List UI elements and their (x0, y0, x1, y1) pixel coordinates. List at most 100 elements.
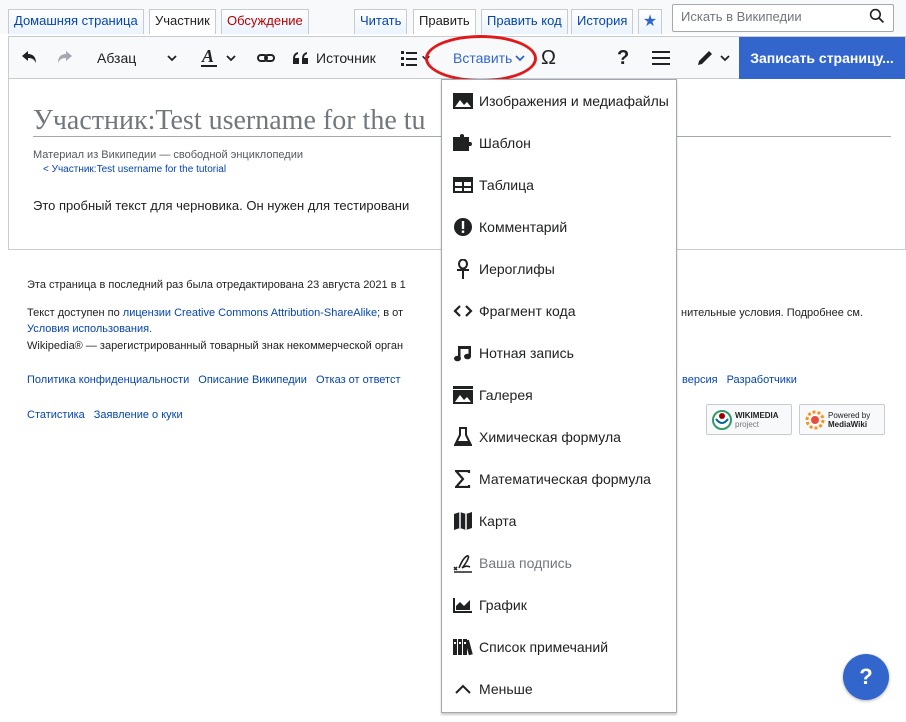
cookie-statement-link[interactable]: Заявление о куки (94, 409, 183, 421)
tab-read[interactable]: Читать (354, 9, 408, 34)
tabs-bar: Домашняя страница Участник Обсуждение Чи… (0, 0, 906, 34)
bullet-list-icon (401, 51, 417, 66)
help-button[interactable]: ? (843, 654, 889, 700)
edit-mode-dropdown[interactable] (695, 37, 731, 79)
page-title: Участник:Test username for the tu (33, 105, 426, 136)
text-style-icon: A (201, 47, 217, 67)
license-suffix: ; в от (377, 307, 404, 319)
tab-edit[interactable]: Править (413, 9, 476, 34)
table-icon (453, 175, 473, 195)
editor-toolbar: Абзац A Источник Вставить Ω ? Записать с… (8, 36, 906, 79)
subpage-breadcrumb[interactable]: < Участник:Test username for the tutoria… (43, 164, 226, 175)
redo-icon[interactable] (55, 37, 75, 79)
mediawiki-text: MediaWiki (828, 419, 868, 429)
footer-links-right: версия Разработчики (682, 374, 806, 386)
terms-link[interactable]: Условия использования. (27, 323, 152, 335)
image-icon (453, 91, 473, 111)
menu-item-template[interactable]: Шаблон (442, 122, 676, 164)
chevron-down-icon (167, 55, 177, 62)
menu-item-label: Нотная запись (479, 345, 574, 361)
license-prefix: Текст доступен по (27, 307, 123, 319)
gallery-icon (453, 385, 473, 405)
menu-item-music[interactable]: Нотная запись (442, 332, 676, 374)
chart-icon (453, 595, 473, 615)
menu-item-label: Фрагмент кода (479, 303, 576, 319)
statistics-link[interactable]: Статистика (27, 409, 85, 421)
footer-links: Политика конфиденциальности Описание Вики… (27, 374, 410, 386)
footer-license: Текст доступен по лицензии Creative Comm… (27, 307, 403, 319)
wikimedia-badge-text: WIKIMEDIA (735, 410, 779, 420)
watch-star-icon[interactable]: ★ (638, 9, 662, 34)
article-body-text[interactable]: Это пробный текст для черновика. Он нуже… (33, 198, 409, 213)
code-icon (453, 301, 473, 321)
wikimedia-badge-sub: project (735, 419, 760, 429)
special-character-icon[interactable]: Ω (541, 37, 556, 79)
disclaimer-link[interactable]: Отказ от ответст (316, 374, 401, 386)
menu-item-label: График (479, 597, 527, 613)
developers-link[interactable]: Разработчики (727, 374, 797, 386)
tab-home[interactable]: Домашняя страница (8, 9, 144, 34)
tab-user[interactable]: Участник (149, 9, 216, 34)
tab-history[interactable]: История (571, 9, 634, 34)
paragraph-format-dropdown[interactable]: Абзац (97, 37, 178, 79)
undo-icon[interactable] (19, 37, 39, 79)
references-icon (453, 637, 473, 657)
search-input[interactable]: Искать в Википедии (672, 4, 894, 32)
cite-button[interactable]: Источник (292, 37, 376, 79)
menu-item-label: Карта (479, 513, 517, 529)
menu-item-code[interactable]: Фрагмент кода (442, 290, 676, 332)
alert-icon (453, 217, 473, 237)
mobile-view-link[interactable]: версия (682, 374, 718, 386)
chevron-down-icon (226, 55, 236, 62)
license-link[interactable]: лицензии Creative Commons Attribution-Sh… (123, 307, 377, 319)
cite-label: Источник (316, 50, 376, 66)
pencil-icon (698, 51, 712, 65)
tab-edit-source[interactable]: Править код (481, 9, 568, 34)
privacy-link[interactable]: Политика конфиденциальности (27, 374, 189, 386)
menu-item-references[interactable]: Список примечаний (442, 626, 676, 668)
chevron-down-icon (422, 55, 430, 61)
menu-item-label: Галерея (479, 387, 533, 403)
footer-trademark: Wikipedia® — зарегистрированный товарный… (27, 340, 404, 352)
insert-dropdown[interactable]: Вставить (453, 37, 526, 79)
chevron-down-icon (515, 55, 525, 62)
puzzle-icon (453, 133, 473, 153)
menu-item-signature: Ваша подпись (442, 542, 676, 584)
menu-item-label: Комментарий (479, 219, 568, 235)
search-icon[interactable] (869, 8, 885, 24)
menu-item-table[interactable]: Таблица (442, 164, 676, 206)
list-dropdown[interactable] (399, 37, 431, 79)
map-icon (453, 511, 473, 531)
menu-item-chemistry[interactable]: Химическая формула (442, 416, 676, 458)
powered-by-mediawiki-badge[interactable]: Powered by MediaWiki (799, 404, 885, 435)
paragraph-label: Абзац (97, 50, 137, 66)
menu-item-label: Список примечаний (479, 639, 609, 655)
text-style-dropdown[interactable]: A (199, 37, 237, 79)
menu-item-media[interactable]: Изображения и медиафайлы (442, 80, 676, 122)
chevron-down-icon (720, 55, 730, 62)
insert-menu: Изображения и медиафайлы Шаблон Таблица … (441, 79, 677, 713)
menu-item-comment[interactable]: Комментарий (442, 206, 676, 248)
tab-talk[interactable]: Обсуждение (221, 9, 309, 34)
wikimedia-logo-icon (712, 409, 732, 430)
page: Домашняя страница Участник Обсуждение Чи… (0, 0, 906, 722)
menu-item-less[interactable]: Меньше (442, 668, 676, 710)
flask-icon (453, 427, 473, 447)
music-icon (453, 343, 473, 363)
chevron-up-icon (453, 679, 473, 699)
menu-item-gallery[interactable]: Галерея (442, 374, 676, 416)
svg-text:A: A (201, 47, 214, 66)
footer-license-right: нительные условия. Подробнее см. (681, 307, 864, 319)
menu-item-label: Математическая формула (479, 471, 651, 487)
help-icon[interactable]: ? (617, 37, 629, 79)
menu-item-map[interactable]: Карта (442, 500, 676, 542)
menu-item-hieroglyphs[interactable]: Иероглифы (442, 248, 676, 290)
link-icon[interactable] (256, 37, 276, 79)
wikimedia-project-badge[interactable]: WIKIMEDIA project (706, 404, 792, 435)
menu-icon[interactable] (651, 37, 671, 79)
menu-item-label: Иероглифы (479, 261, 555, 277)
menu-item-math[interactable]: Математическая формула (442, 458, 676, 500)
save-page-button[interactable]: Записать страницу... (739, 37, 905, 79)
about-link[interactable]: Описание Википедии (198, 374, 307, 386)
menu-item-chart[interactable]: График (442, 584, 676, 626)
